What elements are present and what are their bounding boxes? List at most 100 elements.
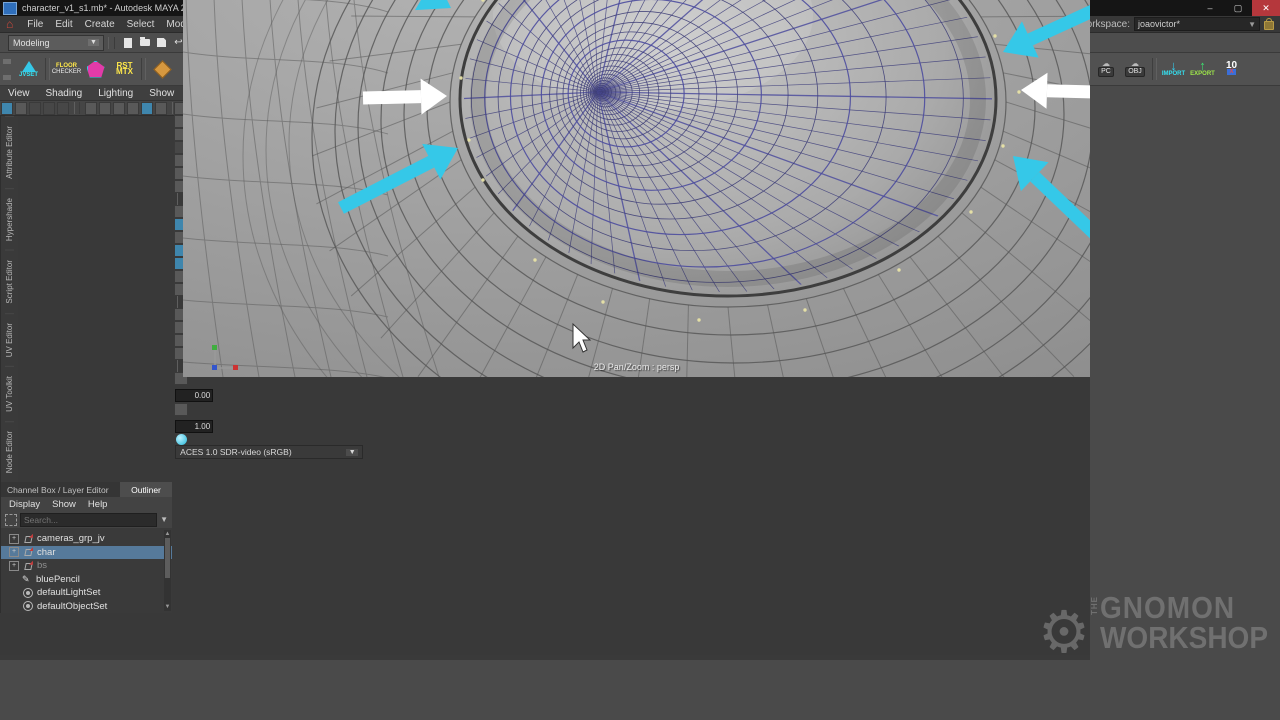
- expand-icon[interactable]: +: [9, 547, 19, 557]
- shelf-polyplane-button[interactable]: [149, 55, 176, 84]
- new-scene-icon[interactable]: [120, 35, 135, 50]
- scrollbar-thumb[interactable]: [165, 538, 170, 578]
- panel-menu-view[interactable]: View: [8, 88, 30, 99]
- tree-item-bluepencil[interactable]: ✎ bluePencil: [1, 573, 172, 587]
- mesh-scene: [183, 0, 1090, 377]
- 2d-pan-zoom-icon[interactable]: [85, 102, 97, 115]
- menu-select[interactable]: Select: [121, 19, 161, 30]
- viewport-panel: View Shading Lighting Show Renderer Pane…: [0, 86, 1090, 660]
- menu-set-select[interactable]: Modeling ▼: [8, 35, 104, 51]
- close-button[interactable]: ✕: [1252, 0, 1280, 16]
- outliner-menu-show[interactable]: Show: [52, 499, 76, 510]
- maximize-button[interactable]: ▢: [1224, 0, 1252, 16]
- tab-hypershade[interactable]: Hypershade: [5, 188, 14, 250]
- plane-icon: [153, 60, 171, 78]
- panel-menu-show[interactable]: Show: [149, 88, 174, 99]
- lock-camera-icon[interactable]: [15, 102, 27, 115]
- tree-item-defaultobjectset[interactable]: defaultObjectSet: [1, 600, 172, 614]
- shelf-export-button[interactable]: ↑ EXPORT: [1189, 55, 1216, 84]
- shelf-pentagon-button[interactable]: [82, 55, 109, 84]
- panel-menu-shading[interactable]: Shading: [46, 88, 83, 99]
- expand-icon[interactable]: +: [9, 561, 19, 571]
- tree-item-label: bs: [37, 560, 47, 571]
- colorspace-value: ACES 1.0 SDR-video (sRGB): [180, 447, 291, 457]
- expand-icon[interactable]: +: [9, 534, 19, 544]
- maya-window: character_v1_s1.mb* - Autodesk MAYA 2024…: [0, 0, 1280, 720]
- color-management-icon[interactable]: [176, 434, 187, 445]
- set-node-icon: [23, 601, 33, 611]
- workspace-lock-icon[interactable]: [1264, 21, 1274, 30]
- tree-item-cameras-grp[interactable]: + cameras_grp_jv: [1, 532, 172, 546]
- chevron-down-icon[interactable]: ▼: [160, 515, 168, 524]
- menu-edit[interactable]: Edit: [49, 19, 78, 30]
- transform-node-icon: [23, 534, 33, 544]
- shelf-import-button[interactable]: ↓ IMPORT: [1160, 55, 1187, 84]
- menu-file[interactable]: File: [21, 19, 49, 30]
- menu-create[interactable]: Create: [79, 19, 121, 30]
- exposure-field[interactable]: [175, 389, 213, 402]
- tree-item-label: char: [37, 547, 55, 558]
- gamma-icon[interactable]: [174, 403, 188, 416]
- scroll-up-icon[interactable]: ▲: [164, 530, 171, 538]
- shelf-ten-x-button[interactable]: 10 X: [1218, 55, 1245, 84]
- workspace-value: joaovictor*: [1138, 19, 1180, 29]
- sailboat-icon: [22, 61, 36, 72]
- tree-item-defaultlightset[interactable]: defaultLightSet: [1, 586, 172, 600]
- greasepencil-icon[interactable]: [113, 102, 125, 115]
- tree-item-label: defaultLightSet: [37, 587, 100, 598]
- tab-uv-editor[interactable]: UV Editor: [5, 313, 14, 366]
- chevron-down-icon: ▼: [346, 449, 358, 456]
- shelf-jvset-button[interactable]: JVSET: [15, 55, 42, 84]
- outliner-menu-help[interactable]: Help: [88, 499, 108, 510]
- menu-set-value: Modeling: [13, 38, 50, 48]
- tab-attribute-editor[interactable]: Attribute Editor: [5, 116, 14, 188]
- image-plane-icon[interactable]: [57, 102, 69, 115]
- save-scene-icon[interactable]: [154, 35, 169, 50]
- outliner-tree: + cameras_grp_jv + char + bs ✎ bluePenci…: [1, 528, 172, 613]
- gamma-field[interactable]: [175, 420, 213, 433]
- panel-toolbar: ACES 1.0 SDR-video (sRGB) ▼ Verts:288377…: [0, 100, 1090, 116]
- snapshot-icon[interactable]: [127, 102, 139, 115]
- camera-attributes-icon[interactable]: [29, 102, 41, 115]
- tab-node-editor[interactable]: Node Editor: [5, 421, 14, 482]
- shelf-pc-button[interactable]: ☁PC: [1093, 55, 1119, 84]
- tree-item-label: cameras_grp_jv: [37, 533, 105, 544]
- tab-script-editor[interactable]: Script Editor: [5, 250, 14, 313]
- export-arrow-icon: ↑: [1199, 61, 1206, 71]
- select-camera-icon[interactable]: [1, 102, 13, 115]
- tree-item-char[interactable]: + char: [1, 546, 172, 560]
- tab-outliner[interactable]: Outliner: [120, 482, 172, 497]
- shelf-floor-checker-button[interactable]: FLOOR CHECKER: [53, 55, 80, 84]
- tree-item-bs[interactable]: + bs: [1, 559, 172, 573]
- shelf-obj-button[interactable]: ☁OBJ: [1121, 55, 1149, 84]
- tab-uv-toolkit[interactable]: UV Toolkit: [5, 366, 14, 421]
- camera-label: 2D Pan/Zoom : persp: [183, 362, 1090, 372]
- home-icon[interactable]: ⌂: [6, 17, 13, 31]
- shelf-jvset-label: JVSET: [19, 72, 38, 78]
- bluepencil-icon[interactable]: [141, 102, 153, 115]
- shelf-tab-switcher[interactable]: [0, 53, 14, 85]
- open-scene-icon[interactable]: [137, 35, 152, 50]
- outliner-scrollbar[interactable]: ▲ ▼: [164, 530, 171, 611]
- sidebar-tabs: Attribute Editor Hypershade Script Edito…: [0, 116, 18, 482]
- pc-label: PC: [1098, 67, 1114, 77]
- tab-channel-box[interactable]: Channel Box / Layer Editor: [1, 482, 120, 497]
- shelf-rst-mtx-button[interactable]: RST MTX: [111, 55, 138, 84]
- workspace-select[interactable]: joaovictor* ▼: [1134, 17, 1260, 31]
- panel-menu-lighting[interactable]: Lighting: [98, 88, 133, 99]
- outliner-search-input[interactable]: [20, 513, 157, 527]
- tree-item-label: bluePencil: [36, 574, 80, 585]
- outliner-menu-display[interactable]: Display: [9, 499, 40, 510]
- minimize-button[interactable]: –: [1196, 0, 1224, 16]
- viewport-3d[interactable]: Verts:2883773430 Edges:57542146830 Faces…: [183, 0, 1090, 377]
- scroll-down-icon[interactable]: ▼: [164, 603, 171, 611]
- watermark-workshop: WORKSHOP: [1100, 620, 1268, 655]
- transform-node-icon: [23, 561, 33, 571]
- watermark-gnomon: GNOMON: [1100, 590, 1235, 625]
- bookmark-icon[interactable]: [43, 102, 55, 115]
- oversan-icon[interactable]: [99, 102, 111, 115]
- import-arrow-icon: ↓: [1170, 61, 1177, 71]
- colorspace-select[interactable]: ACES 1.0 SDR-video (sRGB) ▼: [175, 445, 363, 459]
- pencil-draw-icon[interactable]: [155, 102, 167, 115]
- selection-filter-icon[interactable]: [5, 514, 17, 526]
